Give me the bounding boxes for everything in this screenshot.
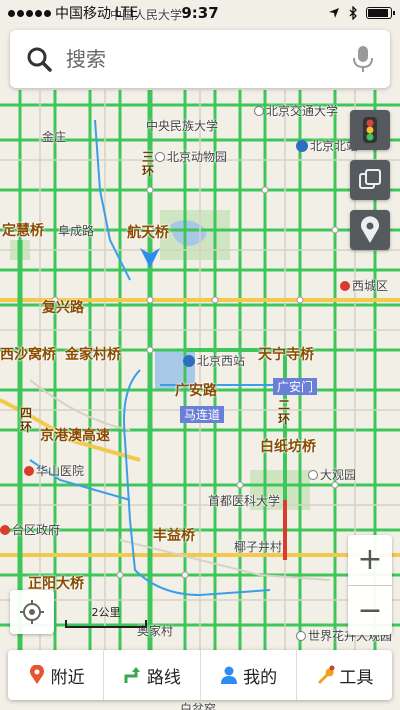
map-label: 西沙窝桥	[0, 347, 56, 363]
nearby-pin-icon	[29, 665, 44, 684]
map-scale: 2公里	[65, 604, 147, 628]
zoom-controls: + −	[348, 535, 392, 635]
poi-icon	[155, 152, 165, 162]
map-label: 北京北站	[296, 137, 358, 154]
map-label: 马连道	[180, 406, 225, 423]
network-type: LTE	[115, 5, 139, 21]
map-label: 四环	[20, 406, 33, 434]
map-label: 华山医院	[24, 462, 84, 479]
tab-label: 工具	[339, 667, 374, 688]
scale-label: 2公里	[91, 606, 121, 619]
map-label: 椰子井村	[234, 540, 283, 554]
map-label: 广安路	[175, 383, 217, 399]
route-arrow-icon	[124, 667, 140, 683]
plus-icon: +	[357, 542, 383, 578]
status-time: 9:37	[181, 4, 219, 22]
carrier-info: 中国移动 LTE	[8, 3, 138, 23]
map-label: 广安门	[273, 378, 318, 395]
search-bar[interactable]	[10, 30, 390, 88]
bottom-navigation: 附近 路线 我的 工具	[8, 650, 392, 700]
map-label: 白盆窑	[180, 702, 217, 710]
map-label: 阜成路	[58, 224, 95, 238]
favorites-marker-button[interactable]	[350, 210, 390, 250]
tab-route[interactable]: 路线	[104, 650, 201, 700]
map-label: 金家村桥	[65, 347, 121, 363]
tab-tools[interactable]: 工具	[297, 650, 392, 700]
map-label: 三环	[142, 150, 155, 178]
map-label: 北京交通大学	[254, 102, 338, 119]
zoom-out-button[interactable]: −	[348, 586, 392, 636]
metro-icon	[183, 355, 195, 367]
map-label: 二环	[278, 398, 291, 426]
map-label: 京港澳高速	[40, 428, 110, 444]
map-label: 北京西站	[183, 352, 245, 369]
scale-bar	[65, 620, 147, 628]
bluetooth-icon	[349, 6, 357, 20]
government-icon	[340, 281, 350, 291]
battery-icon	[366, 7, 395, 19]
map-label: 定慧桥	[2, 223, 44, 239]
search-input[interactable]	[66, 47, 352, 71]
location-arrow-icon	[329, 8, 339, 18]
minus-icon: −	[357, 592, 383, 628]
locate-me-button[interactable]	[10, 590, 54, 634]
hospital-icon	[24, 466, 34, 476]
search-icon	[27, 47, 52, 72]
tab-mine[interactable]: 我的	[201, 650, 297, 700]
layers-button[interactable]	[350, 160, 390, 200]
map-label: 北京动物园	[155, 148, 227, 165]
map-pin-icon	[361, 216, 379, 243]
zoom-in-button[interactable]: +	[348, 535, 392, 585]
tab-label: 附近	[50, 667, 85, 688]
microphone-icon[interactable]	[352, 44, 374, 74]
traffic-toggle-button[interactable]	[350, 110, 390, 150]
wrench-icon	[318, 665, 335, 684]
status-bar: 中国移动 LTE 9:37	[0, 0, 400, 26]
poi-icon	[254, 106, 264, 116]
traffic-light-icon	[363, 117, 377, 143]
map-label: 航天桥	[127, 225, 169, 241]
poi-icon	[296, 631, 306, 641]
user-icon	[221, 666, 238, 684]
map-label: 天宁寺桥	[258, 347, 314, 363]
poi-icon	[308, 470, 318, 480]
tab-label: 我的	[243, 667, 278, 688]
crosshair-icon	[20, 600, 44, 624]
metro-icon	[296, 140, 308, 152]
government-icon	[0, 525, 10, 535]
map-label: 大观园	[308, 466, 356, 483]
map-label: 中央民族大学	[146, 119, 219, 133]
layers-icon	[359, 169, 381, 189]
map-label: 台区政府	[0, 521, 60, 538]
map-label: 丰益桥	[153, 528, 195, 544]
signal-strength-icon	[8, 9, 51, 17]
tab-nearby[interactable]: 附近	[8, 650, 105, 700]
map-label: 白纸坊桥	[260, 439, 316, 455]
map-label: 西城区	[340, 277, 388, 294]
map-label: 首都医科大学	[208, 494, 281, 508]
tab-label: 路线	[146, 667, 181, 688]
map-label: 金庄	[42, 130, 67, 144]
map-label: 复兴路	[42, 300, 84, 316]
status-icons	[328, 6, 395, 20]
carrier-name: 中国移动	[55, 6, 111, 22]
